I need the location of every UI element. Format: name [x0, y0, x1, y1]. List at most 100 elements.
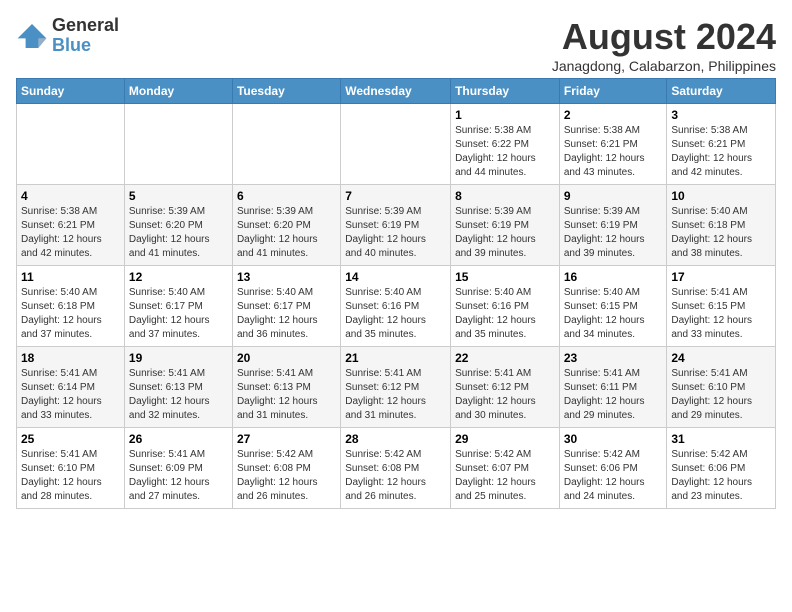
calendar-cell: 17 Sunrise: 5:41 AM Sunset: 6:15 PM Dayli…	[667, 266, 776, 347]
day-number: 8	[455, 189, 555, 203]
logo-blue: Blue	[52, 36, 119, 56]
day-number: 24	[671, 351, 771, 365]
day-number: 23	[564, 351, 663, 365]
day-number: 31	[671, 432, 771, 446]
day-info: Sunrise: 5:39 AM Sunset: 6:19 PM Dayligh…	[455, 205, 555, 261]
day-info: Sunrise: 5:38 AM Sunset: 6:21 PM Dayligh…	[671, 124, 771, 180]
day-info: Sunrise: 5:42 AM Sunset: 6:06 PM Dayligh…	[671, 448, 771, 504]
weekday-header-monday: Monday	[124, 79, 232, 104]
calendar-cell: 10 Sunrise: 5:40 AM Sunset: 6:18 PM Dayli…	[667, 185, 776, 266]
calendar-cell: 14Sunrise: 5:40 AM Sunset: 6:16 PM Dayli…	[341, 266, 451, 347]
weekday-header-row: SundayMondayTuesdayWednesdayThursdayFrid…	[17, 79, 776, 104]
calendar-cell: 5 Sunrise: 5:39 AM Sunset: 6:20 PM Daylig…	[124, 185, 232, 266]
calendar-cell	[124, 104, 232, 185]
day-number: 4	[21, 189, 120, 203]
day-info: Sunrise: 5:42 AM Sunset: 6:07 PM Dayligh…	[455, 448, 555, 504]
calendar-cell: 25 Sunrise: 5:41 AM Sunset: 6:10 PM Dayli…	[17, 428, 125, 509]
day-number: 9	[564, 189, 663, 203]
calendar-cell: 20Sunrise: 5:41 AM Sunset: 6:13 PM Dayli…	[232, 347, 340, 428]
calendar-cell: 26Sunrise: 5:41 AM Sunset: 6:09 PM Dayli…	[124, 428, 232, 509]
calendar-week-1: 1 Sunrise: 5:38 AM Sunset: 6:22 PM Daylig…	[17, 104, 776, 185]
calendar-cell: 9 Sunrise: 5:39 AM Sunset: 6:19 PM Daylig…	[559, 185, 667, 266]
weekday-header-friday: Friday	[559, 79, 667, 104]
calendar-body: 1 Sunrise: 5:38 AM Sunset: 6:22 PM Daylig…	[17, 104, 776, 509]
day-number: 5	[129, 189, 228, 203]
day-info: Sunrise: 5:39 AM Sunset: 6:20 PM Dayligh…	[129, 205, 228, 261]
calendar-cell: 22 Sunrise: 5:41 AM Sunset: 6:12 PM Dayli…	[451, 347, 560, 428]
calendar-cell: 2 Sunrise: 5:38 AM Sunset: 6:21 PM Daylig…	[559, 104, 667, 185]
calendar-cell: 15 Sunrise: 5:40 AM Sunset: 6:16 PM Dayli…	[451, 266, 560, 347]
calendar-cell: 16 Sunrise: 5:40 AM Sunset: 6:15 PM Dayli…	[559, 266, 667, 347]
calendar-cell	[341, 104, 451, 185]
day-number: 19	[129, 351, 228, 365]
weekday-header-tuesday: Tuesday	[232, 79, 340, 104]
calendar-cell: 8 Sunrise: 5:39 AM Sunset: 6:19 PM Daylig…	[451, 185, 560, 266]
calendar-week-2: 4 Sunrise: 5:38 AM Sunset: 6:21 PM Daylig…	[17, 185, 776, 266]
day-info: Sunrise: 5:42 AM Sunset: 6:08 PM Dayligh…	[345, 448, 446, 504]
day-number: 7	[345, 189, 446, 203]
day-info: Sunrise: 5:40 AM Sunset: 6:16 PM Dayligh…	[455, 286, 555, 342]
calendar-cell	[17, 104, 125, 185]
day-info: Sunrise: 5:41 AM Sunset: 6:12 PM Dayligh…	[455, 367, 555, 423]
calendar-week-3: 11Sunrise: 5:40 AM Sunset: 6:18 PM Dayli…	[17, 266, 776, 347]
day-info: Sunrise: 5:40 AM Sunset: 6:18 PM Dayligh…	[671, 205, 771, 261]
day-number: 12	[129, 270, 228, 284]
calendar-cell: 28 Sunrise: 5:42 AM Sunset: 6:08 PM Dayli…	[341, 428, 451, 509]
day-number: 13	[237, 270, 336, 284]
calendar-cell: 12 Sunrise: 5:40 AM Sunset: 6:17 PM Dayli…	[124, 266, 232, 347]
calendar-cell: 18 Sunrise: 5:41 AM Sunset: 6:14 PM Dayli…	[17, 347, 125, 428]
day-number: 15	[455, 270, 555, 284]
day-number: 22	[455, 351, 555, 365]
day-number: 28	[345, 432, 446, 446]
location-subtitle: Janagdong, Calabarzon, Philippines	[552, 58, 776, 74]
calendar-cell: 23 Sunrise: 5:41 AM Sunset: 6:11 PM Dayli…	[559, 347, 667, 428]
day-info: Sunrise: 5:40 AM Sunset: 6:15 PM Dayligh…	[564, 286, 663, 342]
day-info: Sunrise: 5:41 AM Sunset: 6:14 PM Dayligh…	[21, 367, 120, 423]
day-info: Sunrise: 5:38 AM Sunset: 6:21 PM Dayligh…	[564, 124, 663, 180]
day-number: 18	[21, 351, 120, 365]
weekday-header-wednesday: Wednesday	[341, 79, 451, 104]
day-info: Sunrise: 5:39 AM Sunset: 6:19 PM Dayligh…	[564, 205, 663, 261]
day-info: Sunrise: 5:41 AM Sunset: 6:11 PM Dayligh…	[564, 367, 663, 423]
logo-icon	[16, 22, 48, 50]
day-number: 25	[21, 432, 120, 446]
day-info: Sunrise: 5:41 AM Sunset: 6:15 PM Dayligh…	[671, 286, 771, 342]
day-info: Sunrise: 5:39 AM Sunset: 6:19 PM Dayligh…	[345, 205, 446, 261]
day-number: 17	[671, 270, 771, 284]
calendar-cell: 29 Sunrise: 5:42 AM Sunset: 6:07 PM Dayli…	[451, 428, 560, 509]
calendar-cell: 24 Sunrise: 5:41 AM Sunset: 6:10 PM Dayli…	[667, 347, 776, 428]
day-info: Sunrise: 5:38 AM Sunset: 6:22 PM Dayligh…	[455, 124, 555, 180]
day-number: 30	[564, 432, 663, 446]
title-block: August 2024 Janagdong, Calabarzon, Phili…	[552, 16, 776, 74]
calendar-cell: 13Sunrise: 5:40 AM Sunset: 6:17 PM Dayli…	[232, 266, 340, 347]
day-info: Sunrise: 5:41 AM Sunset: 6:10 PM Dayligh…	[21, 448, 120, 504]
day-number: 6	[237, 189, 336, 203]
calendar-table: SundayMondayTuesdayWednesdayThursdayFrid…	[16, 78, 776, 509]
logo: General Blue	[16, 16, 119, 56]
day-info: Sunrise: 5:42 AM Sunset: 6:08 PM Dayligh…	[237, 448, 336, 504]
calendar-cell: 1 Sunrise: 5:38 AM Sunset: 6:22 PM Daylig…	[451, 104, 560, 185]
weekday-header-sunday: Sunday	[17, 79, 125, 104]
calendar-week-5: 25 Sunrise: 5:41 AM Sunset: 6:10 PM Dayli…	[17, 428, 776, 509]
day-number: 20	[237, 351, 336, 365]
day-number: 27	[237, 432, 336, 446]
calendar-cell	[232, 104, 340, 185]
day-number: 1	[455, 108, 555, 122]
day-info: Sunrise: 5:41 AM Sunset: 6:09 PM Dayligh…	[129, 448, 228, 504]
day-info: Sunrise: 5:41 AM Sunset: 6:10 PM Dayligh…	[671, 367, 771, 423]
day-number: 11	[21, 270, 120, 284]
day-number: 2	[564, 108, 663, 122]
day-info: Sunrise: 5:40 AM Sunset: 6:16 PM Dayligh…	[345, 286, 446, 342]
day-number: 29	[455, 432, 555, 446]
calendar-cell: 31 Sunrise: 5:42 AM Sunset: 6:06 PM Dayli…	[667, 428, 776, 509]
day-info: Sunrise: 5:42 AM Sunset: 6:06 PM Dayligh…	[564, 448, 663, 504]
day-number: 16	[564, 270, 663, 284]
day-info: Sunrise: 5:40 AM Sunset: 6:17 PM Dayligh…	[129, 286, 228, 342]
day-number: 10	[671, 189, 771, 203]
calendar-cell: 3Sunrise: 5:38 AM Sunset: 6:21 PM Daylig…	[667, 104, 776, 185]
day-info: Sunrise: 5:38 AM Sunset: 6:21 PM Dayligh…	[21, 205, 120, 261]
calendar-cell: 11Sunrise: 5:40 AM Sunset: 6:18 PM Dayli…	[17, 266, 125, 347]
weekday-header-saturday: Saturday	[667, 79, 776, 104]
weekday-header-thursday: Thursday	[451, 79, 560, 104]
page-header: General Blue August 2024 Janagdong, Cala…	[16, 16, 776, 74]
